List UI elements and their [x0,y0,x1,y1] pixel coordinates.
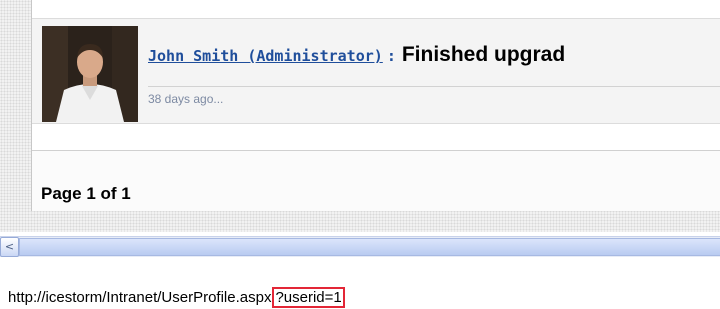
url-query-highlight: ?userid=1 [272,287,345,308]
scroll-thumb[interactable] [19,238,720,256]
feed-item: John Smith (Administrator): Finished upgr… [32,18,720,124]
avatar[interactable] [42,26,138,122]
status-url-base: http://icestorm/Intranet/UserProfile.asp… [8,289,272,306]
author-link[interactable]: John Smith (Administrator) [148,47,383,65]
separator: : [386,47,396,65]
status-url: http://icestorm/Intranet/UserProfile.asp… [8,287,345,308]
horizontal-scrollbar[interactable]: < [0,236,720,258]
content-panel: John Smith (Administrator): Finished upgr… [31,0,720,211]
divider [148,86,720,87]
status-text: Finished upgrad [401,43,566,66]
pager: Page 1 of 1 [32,150,720,211]
scroll-left-button[interactable]: < [0,237,19,257]
avatar-photo [42,26,138,122]
timestamp: 38 days ago... [148,92,224,106]
feed-item-header: John Smith (Administrator): Finished upgr… [148,43,565,67]
status-bar: http://icestorm/Intranet/UserProfile.asp… [0,257,720,309]
pager-label: Page 1 of 1 [41,184,131,203]
page-frame: John Smith (Administrator): Finished upgr… [0,0,720,232]
